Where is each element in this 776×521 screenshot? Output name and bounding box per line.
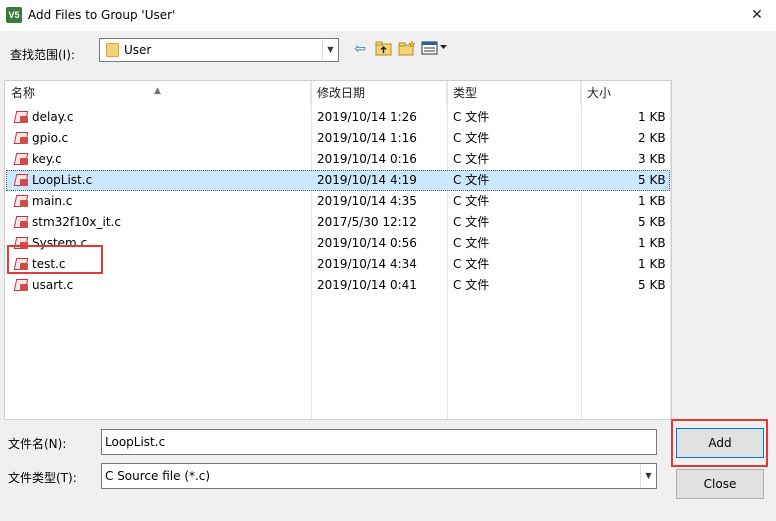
file-name: delay.c — [32, 110, 74, 124]
file-name: main.c — [32, 194, 73, 208]
file-date: 2019/10/14 0:16 — [317, 152, 417, 166]
file-size: 3 KB — [638, 152, 666, 166]
file-date: 2019/10/14 0:56 — [317, 236, 417, 250]
column-divider — [670, 81, 671, 419]
lookin-combo[interactable]: User ▼ — [99, 38, 339, 62]
c-file-icon — [14, 110, 29, 124]
window-title: Add Files to Group 'User' — [28, 8, 176, 22]
close-button[interactable]: Close — [676, 469, 764, 499]
lookin-value: User — [124, 43, 152, 57]
c-file-icon — [14, 173, 29, 187]
keil-app-icon: V5 — [6, 7, 22, 23]
filename-input[interactable]: LoopList.c — [101, 429, 657, 455]
c-file-icon — [14, 152, 29, 166]
close-icon[interactable]: ✕ — [746, 4, 768, 26]
file-name: usart.c — [32, 278, 74, 292]
c-file-icon — [14, 131, 29, 145]
file-row[interactable]: LoopList.c 2019/10/14 4:19 C 文件 5 KB — [6, 170, 670, 191]
file-size: 1 KB — [638, 257, 666, 271]
file-name: key.c — [32, 152, 62, 166]
file-date: 2017/5/30 12:12 — [317, 215, 417, 229]
file-row[interactable]: main.c 2019/10/14 4:35 C 文件 1 KB — [6, 191, 670, 212]
file-date: 2019/10/14 4:19 — [317, 173, 417, 187]
file-name: gpio.c — [32, 131, 69, 145]
file-type: C 文件 — [453, 131, 490, 145]
c-file-icon — [14, 215, 29, 229]
file-row[interactable]: delay.c 2019/10/14 1:26 C 文件 1 KB — [6, 107, 670, 128]
folder-icon — [106, 43, 119, 57]
filename-label: 文件名(N): — [8, 437, 67, 451]
filetype-label: 文件类型(T): — [8, 471, 77, 485]
column-header-name[interactable]: 名称 ▲ — [5, 81, 311, 105]
highlight-box-filename — [7, 245, 103, 274]
file-type: C 文件 — [453, 215, 490, 229]
file-row[interactable]: gpio.c 2019/10/14 1:16 C 文件 2 KB — [6, 128, 670, 149]
column-header-date[interactable]: 修改日期 — [311, 81, 447, 105]
file-row[interactable]: System.c 2019/10/14 0:56 C 文件 1 KB — [6, 233, 670, 254]
file-row[interactable]: test.c 2019/10/14 4:34 C 文件 1 KB — [6, 254, 670, 275]
file-size: 5 KB — [638, 173, 666, 187]
file-size: 1 KB — [638, 110, 666, 124]
file-list[interactable]: 名称 ▲ 修改日期 类型 大小 delay.c 2019/10/14 1:26 C … — [4, 80, 672, 420]
chevron-down-icon[interactable]: ▼ — [640, 464, 656, 488]
file-size: 1 KB — [638, 194, 666, 208]
file-date: 2019/10/14 4:34 — [317, 257, 417, 271]
file-type: C 文件 — [453, 110, 490, 124]
chevron-down-icon[interactable]: ▼ — [322, 39, 338, 61]
file-row[interactable]: key.c 2019/10/14 0:16 C 文件 3 KB — [6, 149, 670, 170]
file-size: 5 KB — [638, 278, 666, 292]
file-date: 2019/10/14 1:16 — [317, 131, 417, 145]
view-menu-icon[interactable] — [421, 40, 449, 58]
file-type: C 文件 — [453, 173, 490, 187]
new-folder-icon[interactable] — [397, 40, 417, 58]
file-size: 5 KB — [638, 215, 666, 229]
lookin-label: 查找范围(I): — [10, 48, 75, 62]
file-date: 2019/10/14 4:35 — [317, 194, 417, 208]
column-header-size[interactable]: 大小 — [581, 81, 671, 105]
file-name: stm32f10x_it.c — [32, 215, 121, 229]
filetype-select[interactable]: C Source file (*.c) ▼ — [101, 463, 657, 489]
file-size: 2 KB — [638, 131, 666, 145]
file-name: LoopList.c — [32, 173, 93, 187]
file-date: 2019/10/14 1:26 — [317, 110, 417, 124]
file-type: C 文件 — [453, 278, 490, 292]
c-file-icon — [14, 194, 29, 208]
column-header-type[interactable]: 类型 — [447, 81, 581, 105]
up-folder-icon[interactable] — [374, 40, 394, 58]
title-bar: V5 Add Files to Group 'User' ✕ — [0, 0, 776, 31]
filetype-value: C Source file (*.c) — [105, 469, 211, 483]
back-arrow-icon[interactable]: ⇦ — [350, 40, 370, 58]
file-size: 1 KB — [638, 236, 666, 250]
highlight-box-add — [671, 419, 768, 467]
file-row[interactable]: stm32f10x_it.c 2017/5/30 12:12 C 文件 5 KB — [6, 212, 670, 233]
file-type: C 文件 — [453, 257, 490, 271]
file-type: C 文件 — [453, 236, 490, 250]
c-file-icon — [14, 278, 29, 292]
file-date: 2019/10/14 0:41 — [317, 278, 417, 292]
file-type: C 文件 — [453, 152, 490, 166]
column-name-label: 名称 — [11, 86, 36, 100]
file-type: C 文件 — [453, 194, 490, 208]
sort-arrow-icon: ▲ — [154, 86, 161, 96]
file-row[interactable]: usart.c 2019/10/14 0:41 C 文件 5 KB — [6, 275, 670, 296]
